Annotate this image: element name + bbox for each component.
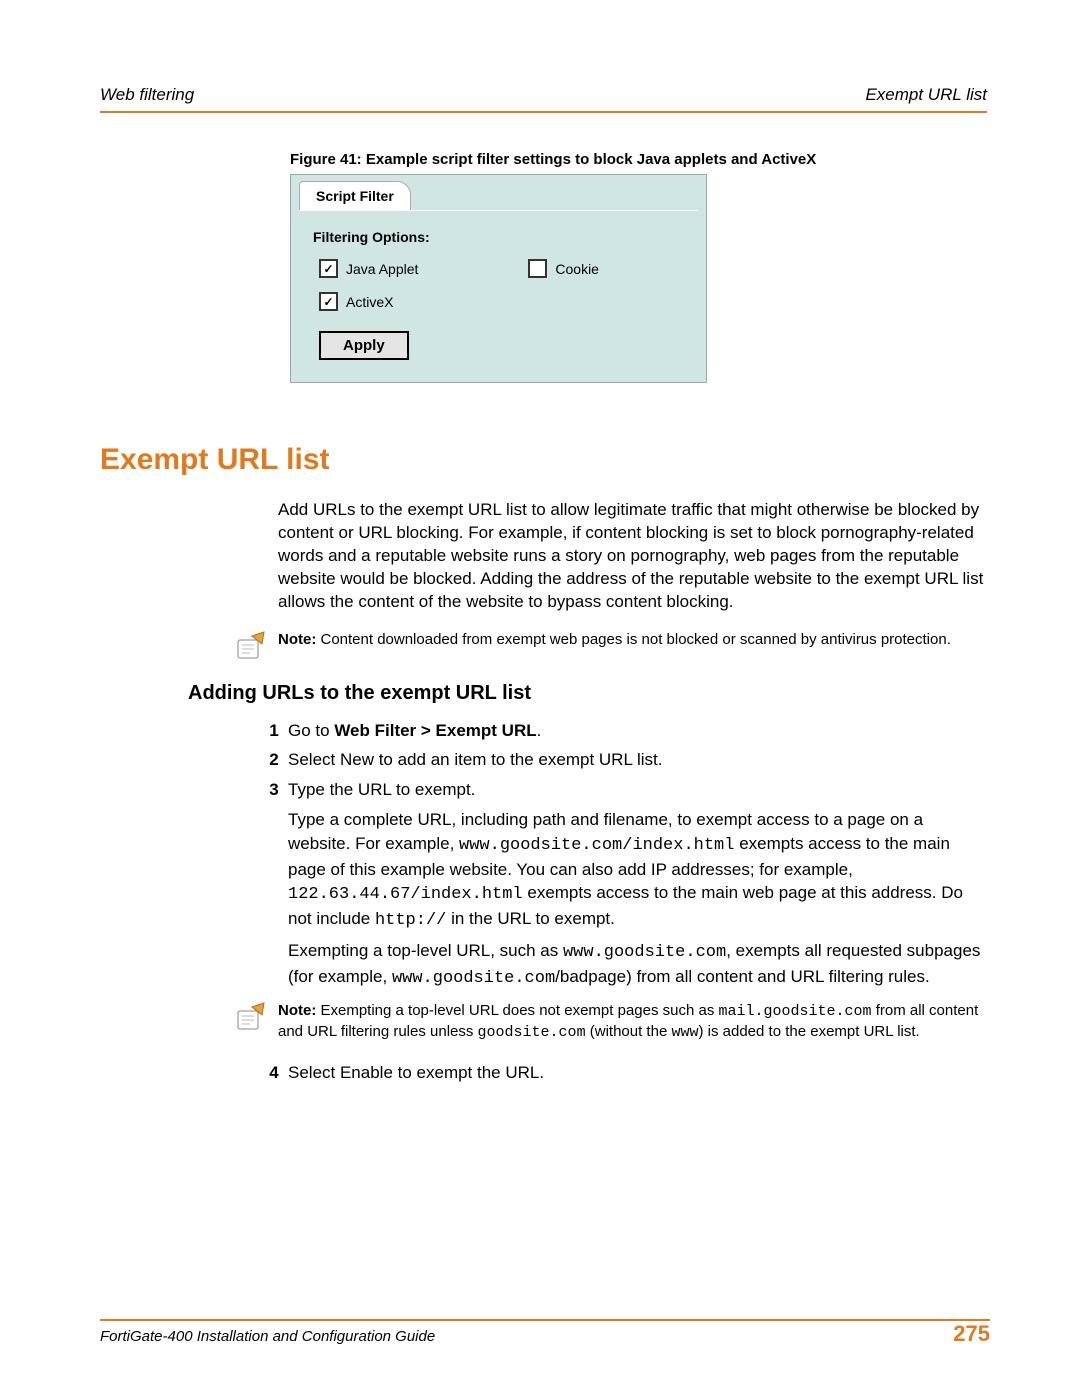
step-4-number: 4	[260, 1061, 288, 1085]
note-icon	[234, 630, 266, 662]
step-2-number: 2	[260, 748, 288, 772]
java-applet-checkbox[interactable]: ✓	[319, 259, 338, 278]
activex-checkbox[interactable]: ✓	[319, 292, 338, 311]
subheading: Adding URLs to the exempt URL list	[188, 682, 987, 705]
step-2-text: Select New to add an item to the exempt …	[288, 748, 987, 772]
note-icon	[234, 1001, 266, 1033]
cookie-label: Cookie	[555, 261, 599, 277]
section-heading: Exempt URL list	[100, 443, 987, 477]
note-2-text: Note: Exempting a top-level URL does not…	[278, 1001, 987, 1044]
java-applet-label: Java Applet	[346, 261, 418, 277]
figure-caption: Figure 41: Example script filter setting…	[290, 151, 987, 168]
step-3-number: 3	[260, 778, 288, 990]
header-right: Exempt URL list	[865, 85, 987, 105]
apply-button[interactable]: Apply	[319, 331, 409, 360]
footer-guide-title: FortiGate-400 Installation and Configura…	[100, 1328, 435, 1345]
cookie-checkbox[interactable]	[528, 259, 547, 278]
filtering-options-label: Filtering Options:	[313, 229, 684, 245]
step-1-number: 1	[260, 719, 288, 743]
tab-script-filter[interactable]: Script Filter	[299, 181, 411, 210]
activex-label: ActiveX	[346, 294, 393, 310]
step-3-text: Type the URL to exempt. Type a complete …	[288, 778, 987, 990]
step-1-text: Go to Web Filter > Exempt URL.	[288, 719, 987, 743]
intro-paragraph: Add URLs to the exempt URL list to allow…	[278, 499, 987, 614]
step-4-text: Select Enable to exempt the URL.	[288, 1061, 987, 1085]
header-left: Web filtering	[100, 85, 194, 105]
note-1-text: Note: Content downloaded from exempt web…	[278, 630, 951, 650]
screenshot-panel: Script Filter Filtering Options: ✓ Java …	[290, 174, 707, 383]
page-number: 275	[953, 1321, 990, 1347]
